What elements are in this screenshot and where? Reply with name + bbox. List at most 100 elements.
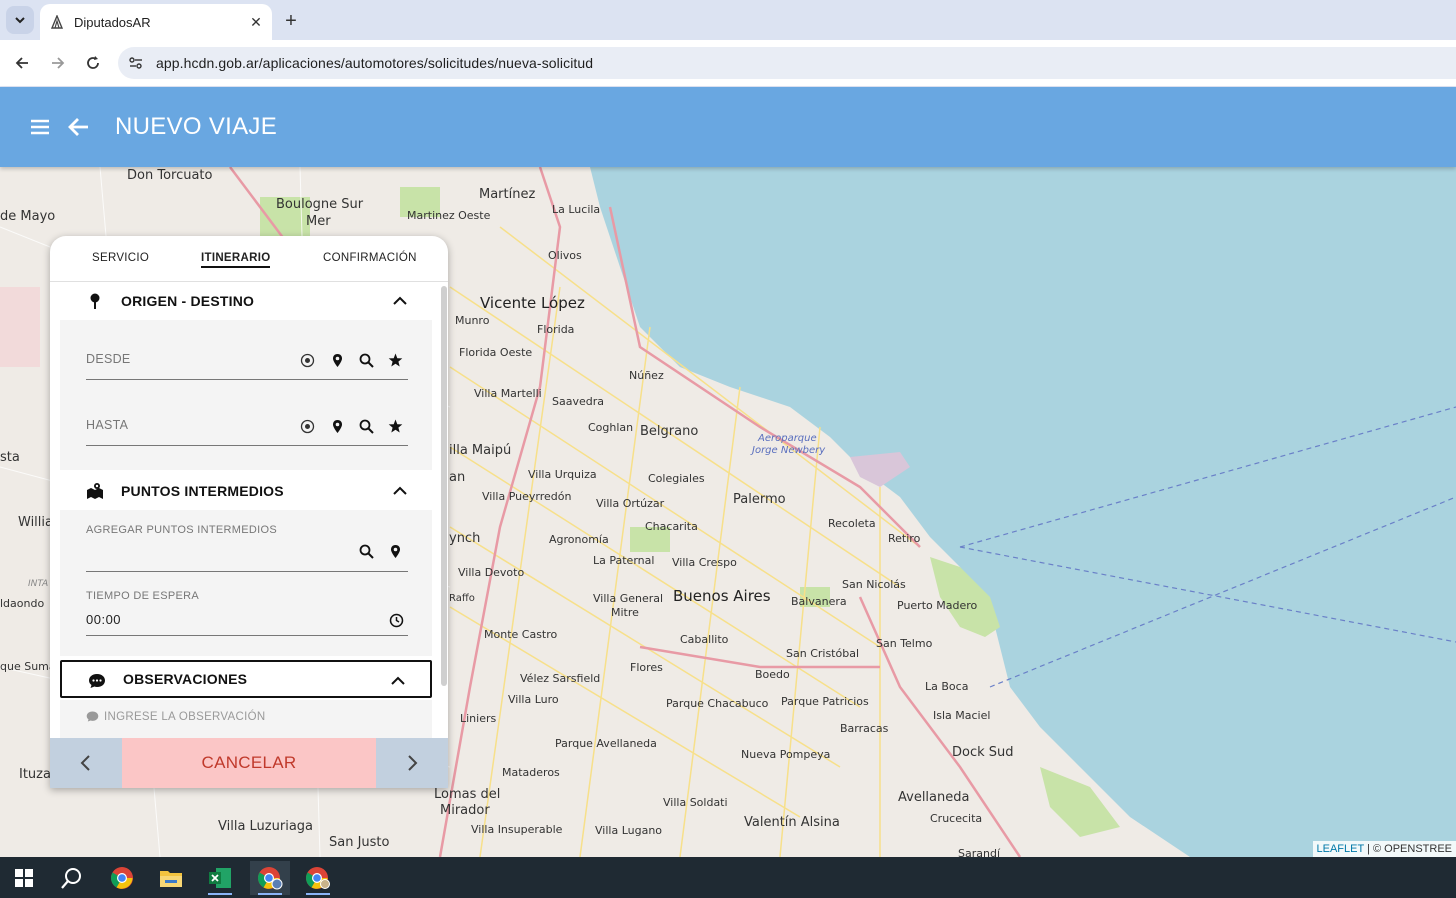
- current-location-icon[interactable]: [300, 353, 315, 368]
- map-label: Villa Ortúzar: [596, 497, 665, 510]
- new-tab-button[interactable]: +: [278, 8, 304, 34]
- chevron-up-icon[interactable]: [390, 673, 406, 689]
- chevron-up-icon[interactable]: [392, 483, 408, 499]
- map-label: Buenos Aires: [673, 587, 771, 605]
- map-label: Barracas: [840, 722, 889, 735]
- map-label: Monte Castro: [484, 628, 558, 641]
- tab-search-button[interactable]: [6, 6, 34, 34]
- chevron-down-icon: [15, 17, 25, 24]
- close-tab-icon[interactable]: ✕: [246, 12, 266, 32]
- osm-attribution[interactable]: | © OPENSTREE: [1364, 843, 1452, 855]
- map-label: La Boca: [925, 680, 969, 693]
- current-location-icon[interactable]: [300, 419, 315, 434]
- observacion-placeholder: INGRESE LA OBSERVACIÓN: [104, 710, 266, 723]
- comment-icon: [86, 711, 99, 722]
- trip-form-panel: SERVICIO ITINERARIO CONFIRMACIÓN ORIGEN …: [50, 236, 448, 788]
- map-label: Avellaneda: [898, 790, 970, 805]
- cancel-button[interactable]: CANCELAR: [122, 738, 376, 788]
- map-label: Martínez: [479, 187, 536, 202]
- map-label: Dock Sud: [952, 745, 1014, 760]
- map-label: Núñez: [629, 369, 664, 382]
- start-button[interactable]: [4, 861, 44, 895]
- clock-icon[interactable]: [389, 613, 404, 628]
- map-label: Mataderos: [502, 766, 560, 779]
- comment-icon: [89, 674, 105, 688]
- map-label: Raffo: [449, 593, 475, 604]
- map-label: Willia: [18, 515, 53, 530]
- next-step-button[interactable]: [376, 738, 448, 788]
- back-arrow-icon[interactable]: [66, 114, 92, 140]
- origen-destino-header[interactable]: ORIGEN - DESTINO: [60, 282, 432, 320]
- leaflet-link[interactable]: LEAFLET: [1317, 843, 1365, 855]
- hamburger-menu-icon[interactable]: [28, 115, 52, 139]
- puntos-intermedios-header[interactable]: PUNTOS INTERMEDIOS: [60, 472, 432, 510]
- map-label: Florida Oeste: [459, 346, 533, 359]
- desde-placeholder: DESDE: [86, 352, 131, 366]
- map-label: Crucecita: [930, 812, 983, 825]
- map-marker-icon[interactable]: [388, 544, 403, 559]
- chevron-up-icon[interactable]: [392, 293, 408, 309]
- address-bar[interactable]: app.hcdn.gob.ar/aplicaciones/automotores…: [118, 47, 1456, 79]
- site-info-icon[interactable]: [128, 55, 144, 71]
- forward-button[interactable]: [44, 49, 72, 77]
- map-label: Villa Devoto: [458, 566, 525, 579]
- hasta-field[interactable]: HASTA: [86, 410, 408, 446]
- map-label: illa Maipú: [449, 443, 512, 458]
- taskbar-chrome-profile[interactable]: [250, 861, 290, 895]
- map-marker-icon[interactable]: [330, 353, 345, 368]
- taskbar-file-explorer[interactable]: [151, 861, 191, 895]
- reload-icon: [87, 56, 99, 69]
- tab-servicio[interactable]: SERVICIO: [92, 252, 149, 264]
- search-icon[interactable]: [359, 353, 374, 368]
- tiempo-espera-field[interactable]: TIEMPO DE ESPERA 00:00: [86, 588, 408, 636]
- taskbar-search-button[interactable]: [52, 861, 92, 895]
- tab-confirmacion[interactable]: CONFIRMACIÓN: [323, 252, 417, 264]
- map-label: Colegiales: [648, 472, 705, 485]
- map-label: Jorge Newbery: [752, 445, 826, 456]
- map-marker-icon[interactable]: [330, 419, 345, 434]
- taskbar-chrome[interactable]: [102, 861, 142, 895]
- map-label: Villa Martelli: [474, 387, 542, 400]
- map-label: Don Torcuato: [127, 168, 213, 183]
- folder-icon: [160, 871, 182, 887]
- windows-taskbar: [0, 857, 1456, 898]
- map-label: Saavedra: [552, 395, 604, 408]
- back-button[interactable]: [8, 49, 36, 77]
- map-label: Palermo: [733, 492, 786, 507]
- tiempo-label: TIEMPO DE ESPERA: [86, 590, 199, 602]
- puntos-intermedios-body: AGREGAR PUNTOS INTERMEDIOS TIEMPO DE ESP…: [60, 510, 432, 656]
- map-label: San Cristóbal: [786, 647, 860, 660]
- map-label: Lomas del: [434, 787, 501, 802]
- taskbar-chrome-2[interactable]: [298, 861, 338, 895]
- map-label: Villa Soldati: [663, 796, 728, 809]
- observacion-input[interactable]: INGRESE LA OBSERVACIÓN: [86, 710, 265, 723]
- search-icon[interactable]: [359, 419, 374, 434]
- previous-step-button[interactable]: [50, 738, 122, 788]
- star-icon[interactable]: [388, 419, 403, 434]
- star-icon[interactable]: [388, 353, 403, 368]
- pin-icon: [90, 293, 100, 309]
- map-label: Agronomía: [549, 533, 609, 546]
- tab-itinerario[interactable]: ITINERARIO: [201, 252, 271, 268]
- map-label: Liniers: [460, 712, 497, 725]
- chrome-icon: [306, 867, 330, 889]
- map-label: San Telmo: [876, 637, 933, 650]
- desde-field[interactable]: DESDE: [86, 344, 408, 380]
- map-label: Chacarita: [645, 520, 698, 533]
- reload-button[interactable]: [79, 49, 107, 77]
- taskbar-excel[interactable]: [200, 861, 240, 895]
- arrow-right-icon: [52, 57, 65, 69]
- agregar-puntos-field[interactable]: AGREGAR PUNTOS INTERMEDIOS: [86, 522, 408, 572]
- map-label: Villa Insuperable: [471, 823, 563, 836]
- map-label: Aeroparque: [758, 433, 817, 444]
- origen-destino-body: DESDE HASTA: [60, 320, 432, 470]
- map-attribution: LEAFLET | © OPENSTREE: [1312, 841, 1456, 857]
- search-icon[interactable]: [359, 544, 374, 559]
- browser-tab[interactable]: DiputadosAR ✕: [40, 4, 272, 40]
- map-label: La Paternal: [593, 554, 655, 567]
- form-scroll-area[interactable]: ORIGEN - DESTINO DESDE HASTA PUNTOS INTE…: [50, 282, 448, 738]
- panel-scrollbar[interactable]: [441, 286, 447, 686]
- observaciones-header[interactable]: OBSERVACIONES: [60, 660, 432, 698]
- tiempo-value: 00:00: [86, 612, 122, 627]
- map-label: an: [449, 470, 466, 485]
